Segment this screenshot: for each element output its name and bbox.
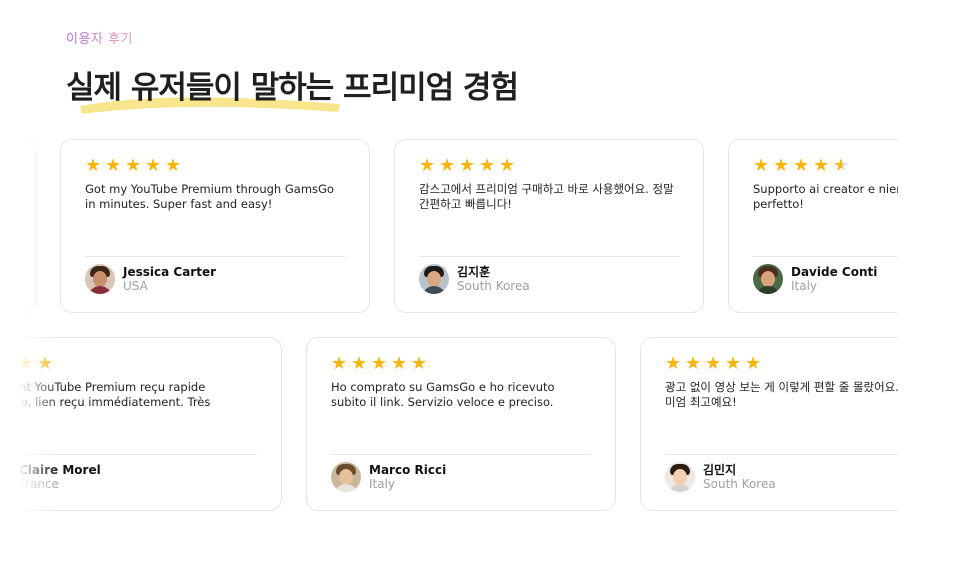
reviewer-name: 김민지: [703, 462, 737, 477]
reviewer: 김민지 South Korea: [665, 462, 776, 492]
reviewer-country: Italy: [791, 278, 818, 293]
star-icon: ★: [439, 155, 456, 176]
star-icon: ★: [351, 353, 368, 374]
rating-stars: ★★★★★: [419, 155, 679, 176]
review-card: [0, 139, 36, 313]
reviewer: Marco Ricci Italy: [331, 462, 446, 492]
star-icon: ★: [391, 353, 408, 374]
star-icon: ★: [0, 353, 14, 374]
star-icon: ★: [773, 155, 790, 176]
star-icon: ★: [499, 155, 516, 176]
divider: [419, 256, 679, 257]
reviewer: 김지훈 South Korea: [419, 264, 530, 294]
star-icon: ★: [145, 155, 162, 176]
divider: [0, 454, 257, 455]
star-icon: ★: [459, 155, 476, 176]
review-card: ★★★★★ Abonnement YouTube Premium reçu ra…: [0, 337, 282, 511]
star-icon: ★: [411, 353, 428, 374]
star-icon: ★: [419, 155, 436, 176]
review-card: ★ ★ ★ ★ ★ Ho comprato su GamsGo e ho ricevut…: [306, 337, 616, 511]
avatar: [0, 462, 11, 492]
section-title: 실제 유저들이 말하는 프리미엄 경험: [66, 70, 519, 106]
review-text: Ho comprato su GamsGo e ho ricevuto subi…: [331, 380, 555, 409]
avatar: [331, 462, 361, 492]
reviewer-country: South Korea: [703, 476, 776, 491]
rating-stars: ★★★★★: [665, 353, 898, 374]
review-text: 감스고에서 프리미엄 구매하고 바로 사용했어요. 정말 간편하고 빠릅니다!: [419, 182, 674, 211]
review-card: ★ ★ ★ ★ ★ 광고 없이 영상 보는 게 이렇게 편할 줄 몰랐어요. 프리미엄 …: [640, 337, 898, 511]
star-icon: ★: [665, 353, 682, 374]
avatar: [419, 264, 449, 294]
reviewer-name: Marco Ricci: [369, 462, 447, 477]
reviewer: Claire Morel France: [0, 462, 101, 492]
reviewer-name: 김지훈: [457, 264, 491, 279]
star-icon: ★: [85, 155, 102, 176]
avatar: [753, 264, 783, 294]
reviewer-country: USA: [123, 278, 148, 293]
avatar: [665, 462, 695, 492]
reviewer-country: Italy: [369, 476, 396, 491]
divider: [331, 454, 591, 455]
avatar: [85, 264, 115, 294]
star-icon: ★: [705, 353, 722, 374]
review-text: 광고 없이 영상 보는 게 이렇게 편할 줄 몰랐어요. 프리미엄 최고예요!: [665, 380, 898, 409]
reviewer-country: France: [19, 476, 59, 491]
star-icon: ★: [725, 353, 742, 374]
reviewer: Jessica Carter USA: [85, 264, 216, 294]
star-icon: ★: [685, 353, 702, 374]
review-text: Got my YouTube Premium through GamsGo in…: [85, 182, 334, 211]
reviewer: Davide Conti Italy: [753, 264, 877, 294]
rating-stars: ★★★★★: [753, 155, 898, 176]
star-icon: ★: [331, 353, 348, 374]
star-icon: ★: [125, 155, 142, 176]
star-icon: ★: [37, 353, 54, 374]
star-icon: ★: [371, 353, 388, 374]
review-text: Abonnement YouTube Premium reçu rapide s…: [0, 380, 211, 424]
star-icon: ★: [165, 155, 182, 176]
star-icon: ★: [745, 353, 762, 374]
divider: [753, 256, 898, 257]
review-card: ★★★★★ Supporto ai creator e niente pubbl…: [728, 139, 898, 313]
review-card: ★ ★ ★ ★ ★ Got my YouTube Premium through Gam…: [60, 139, 370, 313]
half-star-icon: ★: [833, 155, 850, 176]
star-icon: ★: [105, 155, 122, 176]
rating-stars: ★★★★★: [0, 353, 257, 374]
star-icon: ★: [793, 155, 810, 176]
review-text: [0, 182, 13, 242]
rating-stars: ★★★★★: [331, 353, 591, 374]
section-heading-wrap: 실제 유저들이 말하는 프리미엄 경험: [66, 62, 519, 114]
star-icon: ★: [479, 155, 496, 176]
star-icon: ★: [813, 155, 830, 176]
rating-stars: ★★★★★: [85, 155, 345, 176]
reviewer-name: Jessica Carter: [123, 264, 217, 279]
divider: [85, 256, 345, 257]
review-card: ★ ★ ★ ★ ★ 감스고에서 프리미엄 구매하고 바로 사용했어요. 정말 간편하고 …: [394, 139, 704, 313]
reviewer-country: South Korea: [457, 278, 530, 293]
reviewer-name: Claire Morel: [19, 462, 101, 477]
star-icon: ★: [753, 155, 770, 176]
review-text: Supporto ai creator e niente pubblicità,…: [753, 182, 898, 211]
star-icon: ★: [17, 353, 34, 374]
divider: [665, 454, 898, 455]
reviewer-name: Davide Conti: [791, 264, 878, 279]
rating-stars: [0, 158, 11, 176]
